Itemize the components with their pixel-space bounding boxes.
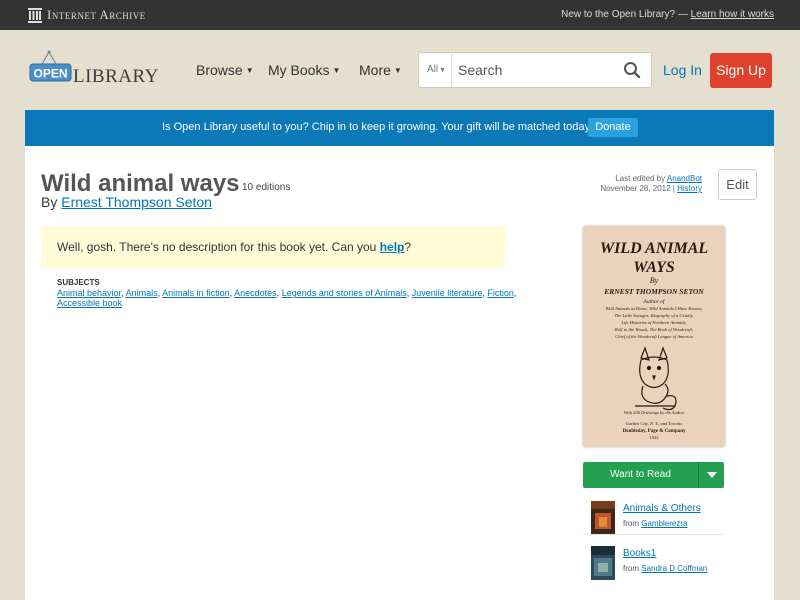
edit-date: November 28, 2012 [600,184,671,193]
book-cover[interactable]: WILD ANIMAL WAYS By ERNEST THOMPSON SETO… [583,226,725,447]
chevron-down-icon: ▼ [439,67,447,74]
description-end: ? [404,240,412,254]
nav-browse[interactable]: Browse ▼ [196,62,254,78]
last-edited-label: Last edited by [615,174,666,183]
subject-link[interactable]: Accessible book [57,298,122,308]
by-label: By [41,194,58,210]
help-link[interactable]: help [380,240,405,254]
cover-publisher: Doubleday, Page & Company [622,429,686,434]
book-page: Wild animal ways 10 editions By Ernest T… [25,146,774,600]
cover-title-line1: WILD ANIMAL [600,240,709,257]
list-title-link[interactable]: Animals & Others [623,503,701,514]
list-author-link[interactable]: Gamblerezra [641,519,687,528]
nav-my-books-label: My Books [268,62,330,78]
nav-more[interactable]: More ▼ [359,62,402,78]
want-to-read-button[interactable]: Want to Read [583,462,724,488]
learn-how-link[interactable]: Learn how it works [691,9,774,20]
open-library-logo[interactable]: OPEN LIBRARY [29,50,164,90]
cover-author-of: Author of [643,298,666,305]
signup-button[interactable]: Sign Up [710,53,772,88]
subjects-list: Animal behavior, Animals, Animals in fic… [57,288,517,308]
cover-author: ERNEST THOMPSON SETON [603,287,704,296]
subject-link[interactable]: Animals [126,288,158,298]
logo-open-text: OPEN [33,67,67,81]
edit-button[interactable]: Edit [718,169,757,200]
nav-more-label: More [359,62,391,78]
cover-title-line2: WAYS [633,259,675,276]
search-icon[interactable] [623,61,641,79]
chevron-down-icon: ▼ [393,66,402,75]
subject-link[interactable]: Anecdotes [234,288,277,298]
description-box: Well, gosh. There's no description for t… [41,226,505,268]
cover-by: By [650,276,659,285]
site-header: OPEN LIBRARY Browse ▼ My Books ▼ More ▼ All… [0,30,800,110]
search-scope-value: All [427,64,439,75]
editions-count: 10 editions [242,182,291,193]
ia-top-bar: Internet Archive New to the Open Library… [0,0,800,30]
cover-work: Chief of the Woodcraft League of America [615,334,693,339]
new-to-ol-text: New to the Open Library? — [561,9,688,20]
subjects-section: SUBJECTS Animal behavior, Animals, Anima… [57,278,517,308]
nav-my-books[interactable]: My Books ▼ [268,62,340,78]
chevron-down-icon: ▼ [332,66,341,75]
subject-link[interactable]: Animals in fiction [162,288,230,298]
cover-drawings: With 200 Drawings by the Author [624,410,685,415]
list-item[interactable]: Books1 from Sandra D Coffman [583,540,724,586]
cover-year: 1922 [650,435,659,440]
list-title-link[interactable]: Books1 [623,548,656,559]
book-byline: By Ernest Thompson Seton [41,194,212,210]
search-input[interactable] [453,53,613,87]
logo-library-text: LIBRARY [73,66,159,87]
subject-link[interactable]: Animal behavior [57,288,121,298]
list-author-link[interactable]: Sandra D Coffman [641,564,707,573]
ia-logo[interactable]: Internet Archive [28,7,146,23]
list-from-label: from [623,564,639,573]
edit-info: Last edited by AnandBot November 28, 201… [600,174,702,193]
ia-new-notice: New to the Open Library? — Learn how it … [561,9,774,20]
list-cover-thumbnail [591,546,615,580]
donation-text: Is Open Library useful to you? Chip in t… [162,121,594,133]
subject-link[interactable]: Fiction [487,288,514,298]
author-link[interactable]: Ernest Thompson Seton [61,194,212,210]
donation-banner: Is Open Library useful to you? Chip in t… [25,110,774,146]
nav-browse-label: Browse [196,62,243,78]
subject-link[interactable]: Legends and stories of Animals [282,288,407,298]
login-link[interactable]: Log In [663,62,702,78]
subject-link[interactable]: Juvenile literature [412,288,483,298]
want-to-read-label: Want to Read [610,469,671,480]
ia-logo-text: Internet Archive [47,7,146,22]
chevron-down-icon[interactable] [698,462,724,488]
search-bar: All▼ [418,52,652,88]
search-scope-select[interactable]: All▼ [419,53,452,87]
donate-button[interactable]: Donate [588,118,638,137]
no-description-text: Well, gosh. There's no description for t… [57,240,377,254]
ia-temple-icon [28,7,42,23]
editor-link[interactable]: AnandBot [667,174,702,183]
list-divider [583,534,724,535]
list-from: from Sandra D Coffman [623,564,707,573]
history-link[interactable]: History [677,184,702,193]
list-from: from Gamblerezra [623,519,687,528]
chevron-down-icon: ▼ [245,66,254,75]
subjects-heading: SUBJECTS [57,278,100,287]
list-from-label: from [623,519,639,528]
list-cover-thumbnail [591,501,615,535]
